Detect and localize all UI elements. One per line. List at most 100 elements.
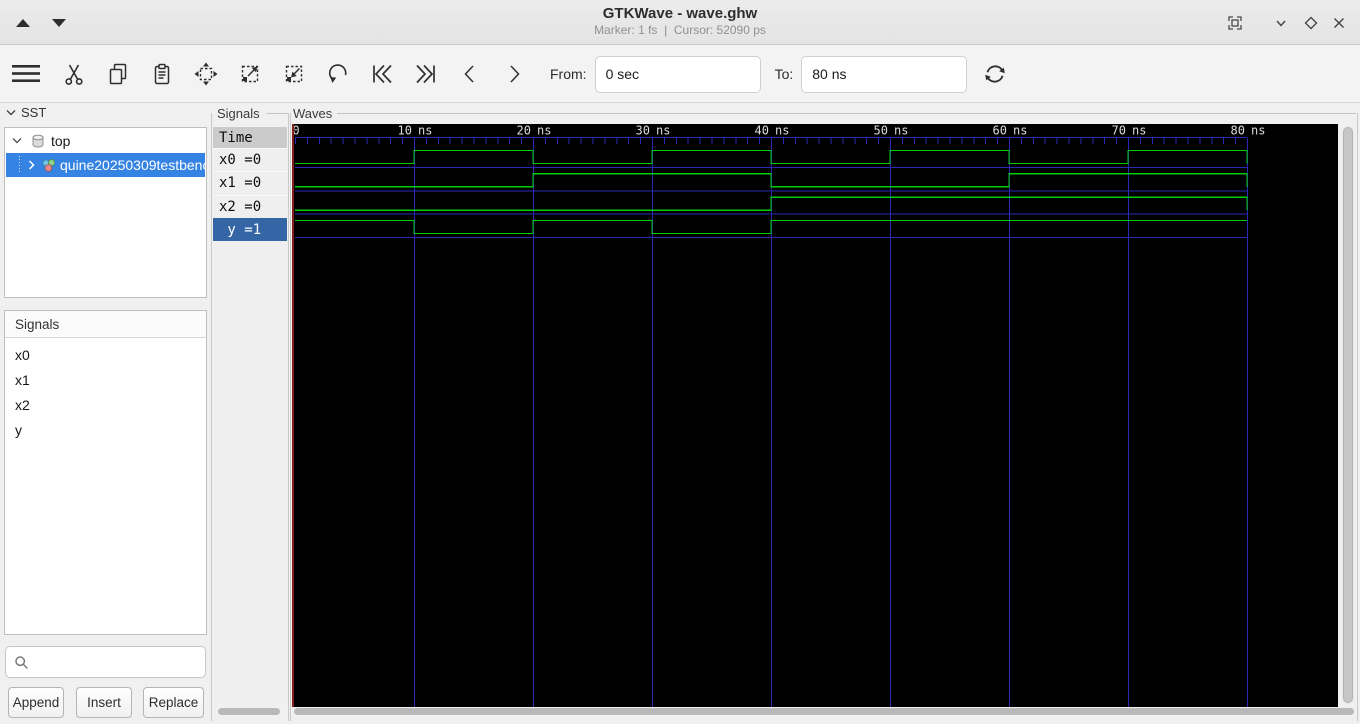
to-label: To:: [774, 66, 794, 82]
signals-frame-border: [211, 113, 212, 721]
zoom-fit-button[interactable]: [192, 59, 220, 89]
svg-text:ns: ns: [894, 124, 908, 138]
step-right-button[interactable]: [500, 59, 528, 89]
close-button[interactable]: [1330, 14, 1348, 32]
expander-arrow[interactable]: [12, 137, 22, 144]
zoom-out-icon: [285, 65, 303, 83]
toolbar: From: To:: [0, 46, 1360, 103]
chevron-down-icon: [12, 138, 22, 144]
skip-to-start-icon: [373, 64, 392, 84]
sst-expander[interactable]: SST: [6, 105, 46, 120]
copy-icon: [109, 63, 127, 85]
menu-button[interactable]: [10, 59, 42, 89]
signals-list-header: Signals: [5, 311, 206, 338]
signal-row-x1[interactable]: x1 =0: [213, 171, 287, 195]
svg-text:ns: ns: [418, 124, 432, 138]
tree-item-label: top: [51, 132, 71, 149]
headerbar: GTKWave - wave.ghw Marker: 1 fs | Cursor…: [0, 0, 1360, 45]
zoom-in-button[interactable]: [236, 59, 264, 89]
waves-frame-label: Waves: [293, 106, 333, 121]
expander-arrow[interactable]: [28, 160, 35, 170]
svg-text:ns: ns: [1251, 124, 1265, 138]
window-title: GTKWave - wave.ghw: [602, 5, 758, 22]
reload-button[interactable]: [981, 59, 1009, 89]
skip-to-start-button[interactable]: [368, 59, 396, 89]
svg-text:20: 20: [517, 124, 531, 138]
svg-text:ns: ns: [656, 124, 670, 138]
svg-text:40: 40: [755, 124, 769, 138]
tree-item-testbench[interactable]: quine20250309testbench: [6, 153, 205, 177]
maximize-button[interactable]: [1302, 14, 1320, 32]
svg-text:70: 70: [1112, 124, 1126, 138]
cut-button[interactable]: [60, 59, 88, 89]
gtkwave-window: GTKWave - wave.ghw Marker: 1 fs | Cursor…: [0, 0, 1360, 724]
signal-row-x0[interactable]: x0 =0: [213, 148, 287, 171]
scale-window-icon: [1228, 16, 1242, 30]
wave-canvas[interactable]: 0 10 ns 20 ns 30 ns 40 ns 50 ns 60 ns 70 ns 80 ns: [292, 124, 1338, 707]
scale-window-button[interactable]: [1226, 14, 1244, 32]
colored-spheres-icon: [42, 158, 56, 172]
module-icon: [31, 134, 45, 148]
signals-list: x0 x1 x2 y: [5, 338, 206, 442]
menu-icon: [12, 65, 40, 82]
tree-item-label: quine20250309testbench: [60, 157, 205, 173]
svg-text:80: 80: [1231, 124, 1245, 138]
sst-signals-listbox: Signals x0 x1 x2 y: [4, 310, 207, 635]
signal-list-item[interactable]: x1: [5, 367, 206, 392]
sst-search-box: [5, 646, 218, 678]
step-left-icon: [464, 65, 474, 83]
toolbar-icons: [10, 59, 544, 89]
signal-row-x2[interactable]: x2 =0: [213, 194, 287, 218]
trace-x2: [295, 196, 1248, 211]
waves-v-scrollbar[interactable]: [1343, 127, 1353, 703]
paste-button[interactable]: [148, 59, 176, 89]
diamond-icon: [1304, 16, 1318, 30]
svg-text:ns: ns: [537, 124, 551, 138]
signals-frame-label: Signals: [217, 106, 260, 121]
cylinder-icon: [32, 134, 44, 148]
chevron-down-icon: [1276, 20, 1286, 27]
trace-x0: [295, 149, 1248, 165]
grid-lines: [414, 138, 1248, 707]
replace-button[interactable]: Replace: [143, 687, 204, 718]
svg-text:ns: ns: [775, 124, 789, 138]
skip-to-end-button[interactable]: [412, 59, 440, 89]
copy-button[interactable]: [104, 59, 132, 89]
waves-v-scrollbar-track: [1341, 126, 1355, 704]
step-left-button[interactable]: [456, 59, 484, 89]
insert-button[interactable]: Insert: [76, 687, 132, 718]
search-input[interactable]: [29, 646, 218, 678]
zoom-fit-icon: [194, 62, 218, 86]
from-input[interactable]: [594, 55, 761, 93]
search-icon: [15, 655, 29, 669]
waves-frame-border: [1357, 113, 1358, 721]
signals-h-scrollbar[interactable]: [218, 708, 280, 715]
reload-icon: [985, 65, 1006, 83]
tree-guide-line: [19, 156, 20, 174]
time-header[interactable]: Time: [213, 127, 287, 148]
zoom-undo-button[interactable]: [324, 59, 352, 89]
signal-list-item[interactable]: x2: [5, 392, 206, 417]
chevron-down-icon: [6, 110, 16, 116]
waves-frame-border: [290, 113, 291, 721]
svg-text:10: 10: [398, 124, 412, 138]
main-area: SST top quine20250309testbench Signals x…: [0, 104, 1360, 724]
skip-to-end-icon: [416, 64, 435, 84]
signal-list-item[interactable]: y: [5, 417, 206, 442]
tree-item-top[interactable]: top: [6, 129, 205, 152]
sst-tree: top quine20250309testbench: [4, 127, 207, 298]
signal-list-item[interactable]: x0: [5, 342, 206, 367]
cut-icon: [65, 64, 83, 85]
zoom-undo-icon: [328, 64, 347, 83]
svg-text:ns: ns: [1013, 124, 1027, 138]
close-icon: [1333, 17, 1345, 29]
append-button[interactable]: Append: [8, 687, 64, 718]
waves-h-scrollbar[interactable]: [294, 708, 1354, 715]
component-icon: [41, 158, 56, 173]
zoom-out-button[interactable]: [280, 59, 308, 89]
signal-row-y[interactable]: y =1: [213, 217, 287, 241]
svg-text:50: 50: [874, 124, 888, 138]
from-label: From:: [550, 66, 587, 82]
to-input[interactable]: [801, 55, 968, 93]
minimize-button[interactable]: [1272, 14, 1290, 32]
